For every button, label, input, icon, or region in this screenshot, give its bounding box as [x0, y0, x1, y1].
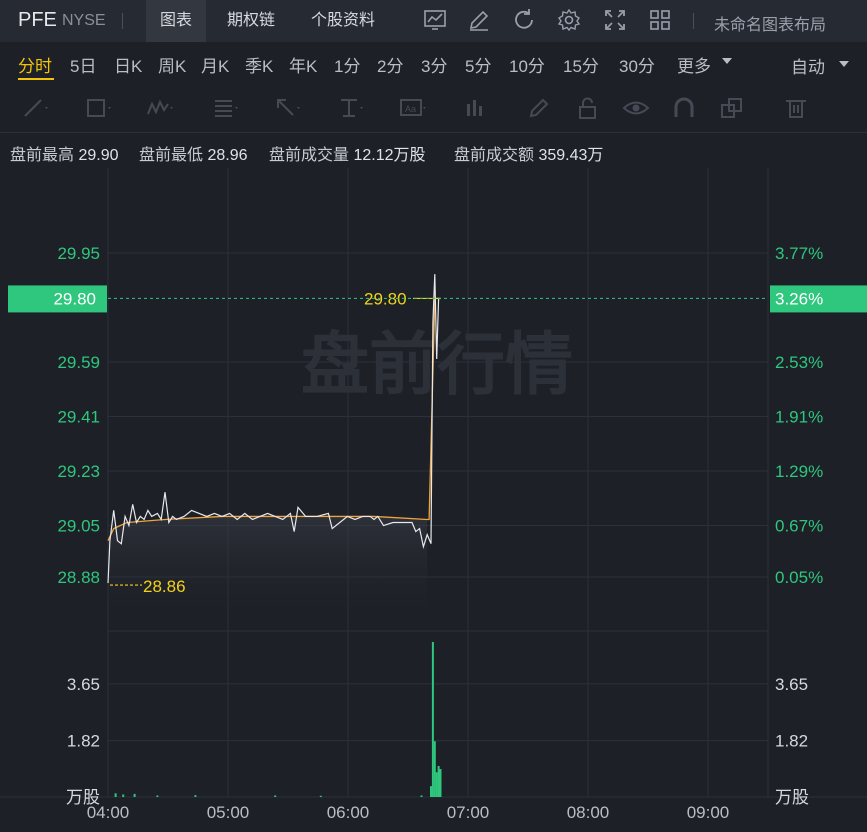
- volume-bar: [439, 769, 442, 797]
- ticker-symbol: PFE: [18, 9, 57, 31]
- time-tick-label: 05:00: [207, 803, 250, 822]
- period-item[interactable]: 5日: [70, 52, 96, 77]
- text-icon[interactable]: Aa: [399, 96, 427, 120]
- exchange-label: NYSE: [62, 12, 106, 29]
- volume-bar: [133, 793, 136, 797]
- magnet-icon[interactable]: [670, 96, 698, 120]
- current-price-text: 29.80: [53, 289, 96, 308]
- volume-bar: [420, 795, 423, 797]
- divider: [122, 13, 123, 29]
- period-item[interactable]: 30分: [619, 52, 655, 77]
- period-item[interactable]: 月K: [201, 52, 229, 77]
- volume-bar: [435, 772, 438, 797]
- volume-bar: [274, 795, 277, 797]
- volume-bar: [194, 795, 197, 797]
- volume-tick-label-right: 1.82: [775, 732, 808, 751]
- volume-bar: [122, 794, 125, 797]
- bar-tool-icon[interactable]: [462, 96, 490, 120]
- percent-tick-label: 1.91%: [775, 408, 823, 427]
- top-bar: PFE NYSE 图表 期权链 个股资料 未命名图表布局: [0, 0, 867, 42]
- price-tick-label: 29.23: [57, 462, 100, 481]
- price-tick-label: 29.95: [57, 244, 100, 263]
- period-item[interactable]: 2分: [377, 52, 403, 77]
- period-item[interactable]: 季K: [245, 52, 273, 77]
- edit-icon[interactable]: [467, 8, 491, 32]
- period-item[interactable]: 1分: [334, 52, 360, 77]
- volume-bar: [433, 741, 436, 797]
- trend-line-icon[interactable]: [22, 96, 50, 120]
- percent-tick-label: 2.53%: [775, 353, 823, 372]
- tab-options-chain[interactable]: 期权链: [213, 0, 289, 42]
- refresh-icon[interactable]: [512, 8, 536, 32]
- price-area-fill: [108, 516, 428, 628]
- rectangle-icon[interactable]: [85, 96, 113, 120]
- volume-bar: [430, 786, 432, 797]
- price-tick-label: 29.59: [57, 353, 100, 372]
- layers-icon[interactable]: [718, 96, 746, 120]
- eye-icon[interactable]: [622, 96, 650, 120]
- volume-bar: [319, 795, 322, 797]
- tab-chart[interactable]: 图表: [146, 0, 207, 42]
- drawing-toolbar: Aa: [0, 84, 867, 132]
- divider: [693, 13, 694, 29]
- premarket-volume: 盘前成交量 12.12万股: [269, 147, 426, 164]
- premarket-info: 盘前最高 29.90 盘前最低 28.96 盘前成交量 12.12万股 盘前成交…: [0, 132, 867, 169]
- low-price-label: 28.86: [143, 577, 186, 596]
- fullscreen-icon[interactable]: [603, 8, 627, 32]
- intraday-chart[interactable]: 盘前行情 29.9529.5929.4129.2329.0528.88 3.77…: [0, 168, 867, 832]
- current-percent-text: 3.26%: [775, 289, 823, 308]
- volume-bar: [156, 795, 159, 797]
- percent-tick-label: 0.67%: [775, 517, 823, 536]
- active-period-underline: [18, 78, 54, 80]
- volume-bar: [114, 793, 117, 797]
- chevron-down-icon[interactable]: [838, 60, 850, 68]
- percent-tick-label: 1.29%: [775, 462, 823, 481]
- volume-bar: [431, 642, 434, 797]
- period-item[interactable]: 5分: [465, 52, 491, 77]
- grid-layout-icon[interactable]: [648, 8, 672, 32]
- time-tick-label: 06:00: [327, 803, 370, 822]
- pen-icon[interactable]: [526, 96, 554, 120]
- delete-icon[interactable]: [782, 96, 810, 120]
- volume-bar: [437, 766, 440, 797]
- percent-tick-label: 3.77%: [775, 244, 823, 263]
- period-item[interactable]: 10分: [509, 52, 545, 77]
- volume-tick-label: 1.82: [67, 732, 100, 751]
- volume-tick-label: 3.65: [67, 675, 100, 694]
- layout-name[interactable]: 未命名图表布局: [714, 11, 826, 35]
- period-item[interactable]: 3分: [421, 52, 447, 77]
- volume-unit-right: 万股: [775, 788, 809, 807]
- price-tick-label: 28.88: [57, 568, 100, 587]
- period-item[interactable]: 15分: [563, 52, 599, 77]
- volume-tick-label-right: 3.65: [775, 675, 808, 694]
- time-tick-label: 07:00: [447, 803, 490, 822]
- time-tick-label: 09:00: [687, 803, 730, 822]
- premarket-high: 盘前最高 29.90: [10, 147, 119, 164]
- premarket-low: 盘前最低 28.96: [139, 147, 248, 164]
- period-more[interactable]: 更多: [677, 52, 711, 77]
- chevron-down-icon[interactable]: [721, 57, 733, 65]
- period-bar: 分时 5日 日K 周K 月K 季K 年K 1分 2分 3分 5分 10分 15分…: [0, 42, 867, 84]
- time-tick-label: 08:00: [567, 803, 610, 822]
- arrow-icon[interactable]: [274, 96, 302, 120]
- price-tick-label: 29.05: [57, 517, 100, 536]
- line-chart-icon[interactable]: [423, 8, 447, 32]
- lock-icon[interactable]: [574, 96, 602, 120]
- time-tick-label: 04:00: [87, 803, 130, 822]
- price-tick-label: 29.41: [57, 408, 100, 427]
- percent-tick-label: 0.05%: [775, 568, 823, 587]
- period-item[interactable]: 分时: [18, 52, 52, 77]
- premarket-amount: 盘前成交额 359.43万: [454, 147, 604, 164]
- auto-scale-select[interactable]: 自动: [791, 53, 825, 78]
- measure-icon[interactable]: [337, 96, 365, 120]
- tab-profile[interactable]: 个股资料: [297, 0, 389, 42]
- fibonacci-icon[interactable]: [212, 96, 240, 120]
- wave-icon[interactable]: [146, 96, 174, 120]
- period-item[interactable]: 日K: [114, 52, 142, 77]
- period-item[interactable]: 周K: [158, 52, 186, 77]
- period-item[interactable]: 年K: [289, 52, 317, 77]
- settings-icon[interactable]: [557, 8, 581, 32]
- svg-text:Aa: Aa: [405, 104, 416, 114]
